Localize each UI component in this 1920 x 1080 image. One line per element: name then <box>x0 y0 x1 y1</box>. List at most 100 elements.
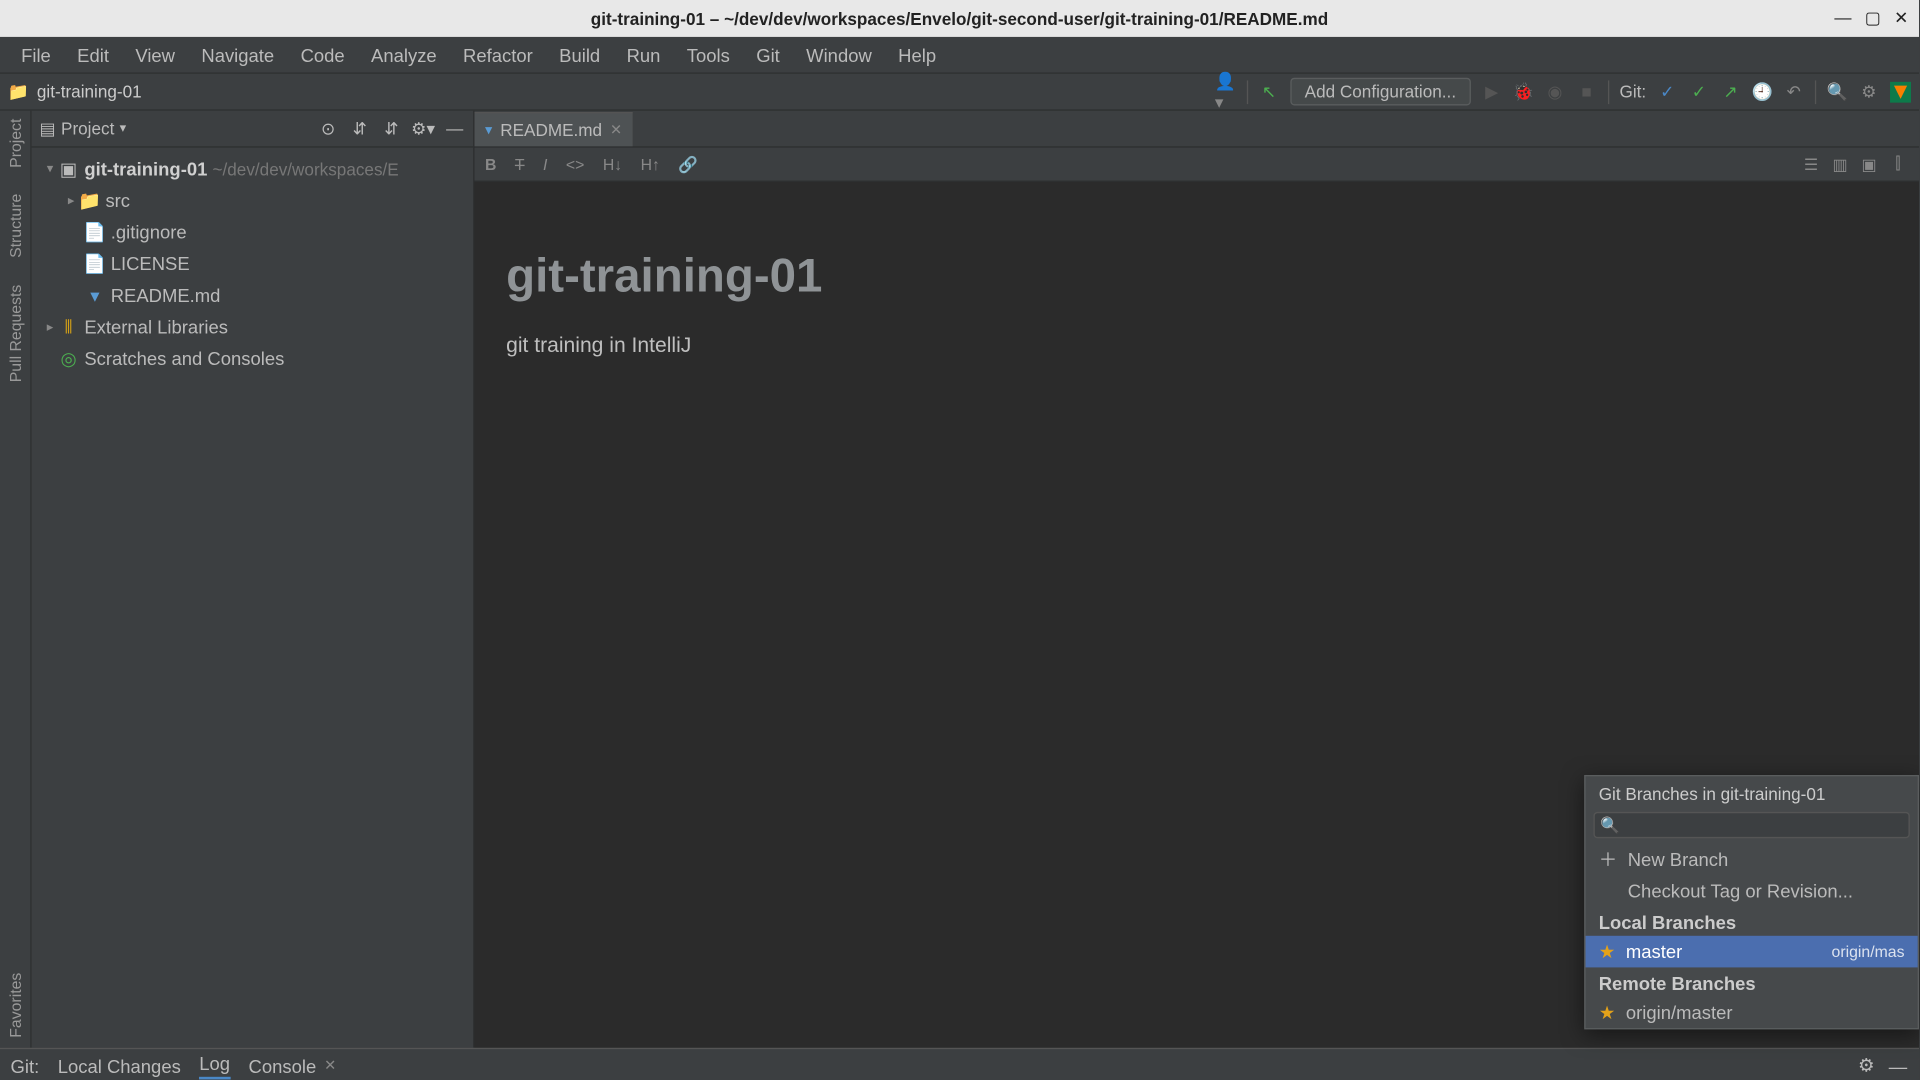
md-body: git training in IntelliJ <box>506 335 1887 359</box>
expand-all-icon[interactable]: ⇵ <box>349 118 370 139</box>
tree-root-name: git-training-01 <box>84 158 207 179</box>
git-label: Git: <box>1620 82 1647 102</box>
editor-tab-label: README.md <box>500 120 602 140</box>
settings-icon[interactable]: ⚙ <box>1858 81 1879 102</box>
tab-local-changes[interactable]: Local Changes <box>58 1055 181 1076</box>
star-icon: ★ <box>1599 1001 1616 1023</box>
folder-icon: 📁 <box>8 81 29 102</box>
layout-icon[interactable]: ⫿ <box>1887 154 1908 175</box>
header-down-icon[interactable]: H↓ <box>603 155 622 173</box>
popup-remote-header: Remote Branches <box>1586 967 1918 996</box>
link-icon[interactable]: 🔗 <box>678 155 698 173</box>
menu-git[interactable]: Git <box>743 44 793 65</box>
gear-icon[interactable]: ⚙ <box>1856 1055 1877 1076</box>
menu-refactor[interactable]: Refactor <box>450 44 546 65</box>
breadcrumb-project[interactable]: git-training-01 <box>37 82 142 102</box>
menu-edit[interactable]: Edit <box>64 44 122 65</box>
user-icon[interactable]: 👤▾ <box>1215 81 1236 102</box>
build-icon[interactable]: ↖ <box>1259 81 1280 102</box>
menu-navigate[interactable]: Navigate <box>188 44 287 65</box>
italic-icon[interactable]: I <box>543 155 547 173</box>
git-history-icon[interactable]: 🕘 <box>1752 81 1773 102</box>
popup-local-master[interactable]: ★ master origin/mas <box>1586 936 1918 968</box>
git-branches-popup: Git Branches in git-training-01 🔍 ＋New B… <box>1584 775 1919 1029</box>
git-commit-icon[interactable]: ✓ <box>1688 81 1709 102</box>
header-up-icon[interactable]: H↑ <box>641 155 660 173</box>
main-toolbar: 📁 git-training-01 👤▾ ↖ Add Configuration… <box>0 74 1919 111</box>
tree-external-libraries[interactable]: ▸⫴ External Libraries <box>32 311 474 343</box>
module-icon: ▣ <box>58 158 79 180</box>
git-rollback-icon[interactable]: ↶ <box>1783 81 1804 102</box>
tree-file-gitignore[interactable]: 📄 .gitignore <box>32 216 474 248</box>
strikethrough-icon[interactable]: T <box>515 155 525 173</box>
menu-help[interactable]: Help <box>885 44 949 65</box>
menu-analyze[interactable]: Analyze <box>358 44 450 65</box>
hide-panel-icon[interactable]: — <box>1887 1055 1908 1076</box>
markdown-icon: ▾ <box>485 121 492 138</box>
coverage-icon[interactable]: ◉ <box>1544 81 1565 102</box>
code-icon[interactable]: <> <box>566 155 584 173</box>
menu-tools[interactable]: Tools <box>674 44 743 65</box>
markdown-icon: ▾ <box>84 284 105 306</box>
editor-tab-readme[interactable]: ▾ README.md ✕ <box>474 112 632 146</box>
hide-icon[interactable]: — <box>444 118 465 139</box>
stop-icon[interactable]: ■ <box>1576 81 1597 102</box>
tool-pull-requests[interactable]: Pull Requests <box>6 285 24 383</box>
split-view-icon[interactable]: ▥ <box>1829 154 1850 175</box>
close-tab-icon[interactable]: ✕ <box>610 121 622 138</box>
tree-scratches[interactable]: ◎ Scratches and Consoles <box>32 343 474 375</box>
tree-folder-src[interactable]: ▸📁 src <box>32 185 474 217</box>
popup-checkout-tag[interactable]: Checkout Tag or Revision... <box>1586 875 1918 907</box>
menu-code[interactable]: Code <box>287 44 357 65</box>
git-update-icon[interactable]: ✓ <box>1657 81 1678 102</box>
md-heading: git-training-01 <box>506 248 1887 303</box>
preview-view-icon[interactable]: ▣ <box>1858 154 1879 175</box>
popup-remote-origin-master[interactable]: ★ origin/master <box>1586 996 1918 1028</box>
gear-icon[interactable]: ⚙▾ <box>413 118 434 139</box>
tab-log[interactable]: Log <box>199 1052 230 1078</box>
menu-run[interactable]: Run <box>613 44 673 65</box>
add-configuration-button[interactable]: Add Configuration... <box>1290 78 1470 106</box>
editor-view-icon[interactable]: ☰ <box>1800 154 1821 175</box>
project-view-selector[interactable]: ▤ Project ▾ <box>40 118 127 139</box>
menubar: File Edit View Navigate Code Analyze Ref… <box>0 37 1919 74</box>
ide-logo-icon[interactable] <box>1890 81 1911 102</box>
collapse-all-icon[interactable]: ⇵ <box>381 118 402 139</box>
close-icon[interactable]: ✕ <box>1894 8 1908 29</box>
git-push-icon[interactable]: ↗ <box>1720 81 1741 102</box>
bold-icon[interactable]: B <box>485 155 496 173</box>
tree-root[interactable]: ▾ ▣ git-training-01 ~/dev/dev/workspaces… <box>32 153 474 185</box>
window-title: git-training-01 – ~/dev/dev/workspaces/E… <box>591 9 1328 29</box>
tool-structure[interactable]: Structure <box>6 194 24 258</box>
close-console-icon[interactable]: ✕ <box>324 1057 336 1074</box>
separator <box>1608 80 1609 104</box>
editor-tabs: ▾ README.md ✕ <box>474 111 1919 148</box>
search-icon[interactable]: 🔍 <box>1827 81 1848 102</box>
tool-project[interactable]: Project <box>6 119 24 168</box>
popup-new-branch[interactable]: ＋New Branch <box>1586 844 1918 876</box>
debug-icon[interactable]: 🐞 <box>1513 81 1534 102</box>
file-icon: 📄 <box>84 221 105 243</box>
run-icon[interactable]: ▶ <box>1481 81 1502 102</box>
menu-build[interactable]: Build <box>546 44 613 65</box>
menu-view[interactable]: View <box>122 44 188 65</box>
minimize-icon[interactable]: — <box>1834 8 1851 29</box>
tree-file-license[interactable]: 📄 LICENSE <box>32 248 474 280</box>
tree-file-readme[interactable]: ▾ README.md <box>32 279 474 311</box>
plus-icon: ＋ <box>1599 846 1617 872</box>
maximize-icon[interactable]: ▢ <box>1865 8 1881 29</box>
project-tree: ▾ ▣ git-training-01 ~/dev/dev/workspaces… <box>32 148 474 1048</box>
libraries-icon: ⫴ <box>58 316 79 338</box>
menu-window[interactable]: Window <box>793 44 885 65</box>
search-icon: 🔍 <box>1600 816 1620 834</box>
popup-local-header: Local Branches <box>1586 907 1918 936</box>
tree-root-path: ~/dev/dev/workspaces/E <box>213 159 399 179</box>
locate-icon[interactable]: ⊙ <box>318 118 339 139</box>
menu-file[interactable]: File <box>8 44 64 65</box>
tab-console[interactable]: Console <box>249 1055 317 1076</box>
popup-search[interactable]: 🔍 <box>1593 812 1909 838</box>
project-icon: ▤ <box>40 118 56 139</box>
chevron-down-icon: ▾ <box>120 121 127 135</box>
tool-favorites[interactable]: Favorites <box>6 972 24 1037</box>
file-icon: 📄 <box>84 252 105 274</box>
